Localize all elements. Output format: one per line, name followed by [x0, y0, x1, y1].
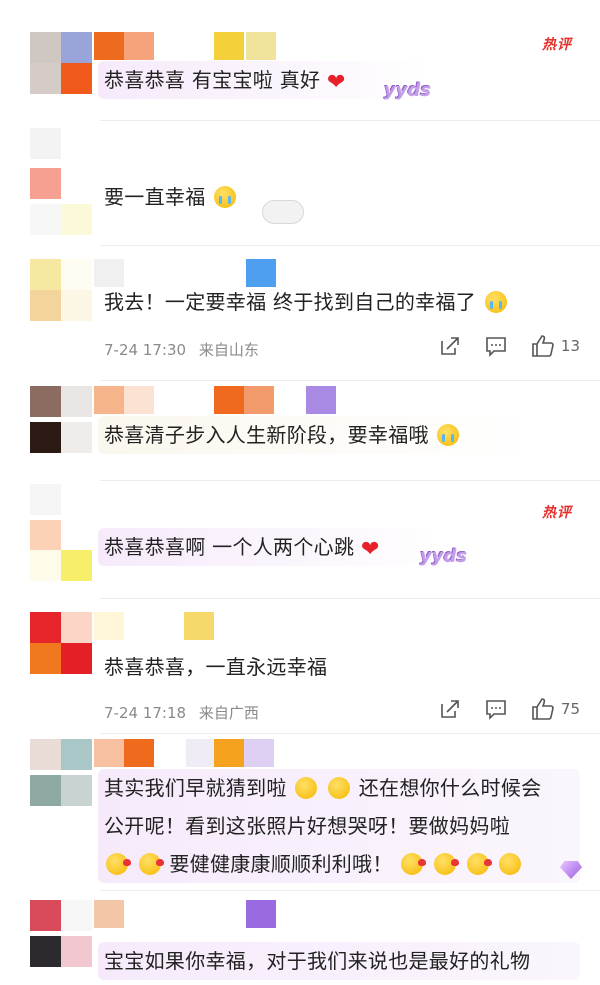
comment-text: 恭喜恭喜 有宝宝啦 真好 ❤ [104, 61, 346, 102]
comment-7: 其实我们早就猜到啦 还在想你什么时候会 公开呢！看到这张照片好想哭呀！要做妈妈啦… [0, 733, 600, 890]
comment-6: 恭喜恭喜，一直永远幸福 7-24 17:18 来自广西 75 [0, 598, 600, 733]
comment-text: 恭喜恭喜，一直永远幸福 [104, 648, 327, 686]
comment-text: 其实我们早就猜到啦 还在想你什么时候会 [104, 769, 541, 807]
comment-text-line1b: 还在想你什么时候会 [358, 776, 542, 800]
crying-face-icon [484, 291, 507, 313]
comment-text-content: 恭喜恭喜 有宝宝啦 真好 [104, 68, 321, 92]
yyds-sticker: yyds [384, 80, 432, 101]
comment-2: 要一直幸福 [0, 120, 600, 245]
comment-meta: 7-24 17:30 来自山东 [104, 339, 267, 360]
comment-8: 宝宝如果你幸福，对于我们来说也是最好的礼物 [0, 890, 600, 985]
heart-icon: ❤ [327, 70, 346, 95]
thumbs-up-icon [532, 335, 554, 357]
heart-icon: ❤ [360, 537, 380, 562]
comment-text-content: 要一直幸福 [104, 185, 206, 209]
comment-text-content: 恭喜清子步入人生新阶段，要幸福哦 [104, 423, 429, 447]
comment-text-content: 恭喜恭喜，一直永远幸福 [104, 655, 328, 679]
like-count: 13 [560, 337, 580, 355]
comment-text-content: 恭喜恭喜啊 一个人两个心跳 [104, 535, 355, 559]
crying-face-icon [437, 424, 460, 446]
comment-text: 恭喜清子步入人生新阶段，要幸福哦 [104, 416, 461, 454]
comment-text: 要一直幸福 [104, 178, 238, 216]
comment-location: 来自广西 [198, 704, 259, 722]
comment-icon [486, 700, 506, 720]
kissing-face-icon [434, 853, 459, 875]
share-button[interactable] [439, 335, 461, 357]
comment-text-line3: 要健健康康顺顺利利哦！ [169, 852, 393, 876]
comment-1: 热评 恭喜恭喜 有宝宝啦 真好 ❤ yyds [0, 0, 600, 120]
kissing-face-icon [466, 853, 492, 875]
comment-date: 7-24 17:30 [104, 341, 187, 359]
hot-comment-badge: 热评 [542, 505, 572, 521]
comment-text-2: 公开呢！看到这张照片好想哭呀！要做妈妈啦 [104, 807, 510, 845]
reply-button[interactable] [485, 335, 507, 357]
comment-text-line1: 其实我们早就猜到啦 [104, 776, 287, 800]
share-icon [441, 700, 459, 718]
comment-3: 我去！一定要幸福 终于找到自己的幸福了 7-24 17:30 来自山东 13 [0, 245, 600, 380]
cloud-sticker-icon [262, 200, 304, 224]
hugging-face-icon [295, 777, 318, 799]
reply-button[interactable] [485, 698, 507, 720]
like-button[interactable]: 75 [531, 698, 580, 720]
comment-location: 来自山东 [198, 341, 259, 359]
comment-text-content: 我去！一定要幸福 终于找到自己的幸福了 [104, 290, 477, 314]
comment-5: 热评 恭喜恭喜啊 一个人两个心跳 ❤ yyds [0, 480, 600, 598]
comment-icon [486, 337, 506, 357]
comment-text: 宝宝如果你幸福，对于我们来说也是最好的礼物 [104, 942, 530, 980]
hugging-face-icon [328, 777, 351, 799]
like-count: 75 [560, 700, 580, 718]
kissing-face-icon [401, 853, 427, 875]
comment-text: 我去！一定要幸福 终于找到自己的幸福了 [104, 283, 509, 321]
crying-face-icon [214, 186, 237, 208]
comment-text: 恭喜恭喜啊 一个人两个心跳 ❤ [104, 528, 380, 569]
comment-text-content: 宝宝如果你幸福，对于我们来说也是最好的礼物 [104, 949, 531, 973]
like-button[interactable]: 13 [531, 335, 580, 357]
hot-comment-badge: 热评 [542, 37, 572, 53]
comment-4: 恭喜清子步入人生新阶段，要幸福哦 [0, 380, 600, 480]
thumbs-up-icon [532, 698, 554, 720]
share-icon [441, 337, 459, 355]
comment-actions: 75 [415, 698, 580, 720]
kissing-face-icon [138, 853, 164, 875]
yyds-sticker: yyds [420, 546, 468, 567]
comment-date: 7-24 17:18 [104, 704, 187, 722]
kissing-face-icon [106, 853, 131, 875]
comment-actions: 13 [415, 335, 580, 357]
comment-text-3: 要健健康康顺顺利利哦！ [104, 845, 523, 883]
comment-text-line2: 公开呢！看到这张照片好想哭呀！要做妈妈啦 [104, 814, 510, 838]
share-button[interactable] [439, 698, 461, 720]
smiling-face-icon [499, 853, 522, 875]
comment-meta: 7-24 17:18 来自广西 [104, 702, 267, 723]
